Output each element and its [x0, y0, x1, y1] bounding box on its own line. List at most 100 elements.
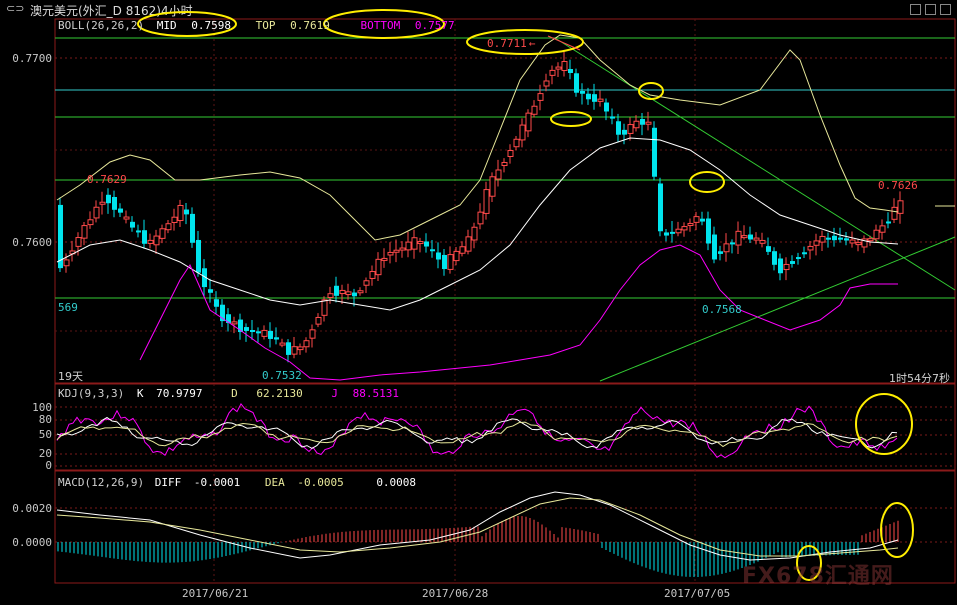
y-tick-0.7600: 0.7600: [12, 236, 52, 249]
candle-bull: [555, 66, 562, 70]
candle-bear: [832, 235, 837, 241]
kdj-k-label: K: [136, 387, 144, 400]
candle-bear: [58, 204, 63, 269]
kdj-d-label: D: [231, 387, 238, 400]
candle-bull: [279, 342, 286, 346]
highlight-circle: [550, 111, 592, 127]
candle-bear: [196, 239, 201, 273]
candle-bull: [495, 169, 502, 180]
kdj-tick-0: 0: [45, 459, 52, 472]
kdj-k-value: 70.9797: [156, 387, 203, 400]
macd-tick-0.0000: 0.0000: [12, 536, 52, 549]
candle-bear: [640, 119, 645, 125]
candle-bull: [855, 242, 862, 246]
candle-bear: [274, 337, 279, 340]
kdj-d-value: 62.2130: [256, 387, 303, 400]
candle-bear: [142, 230, 147, 244]
candle-bull: [75, 237, 82, 247]
candle-bear: [190, 213, 195, 243]
candle-bull: [807, 245, 814, 251]
candle-bull: [81, 225, 88, 239]
candle-bull: [897, 200, 904, 214]
candle-bull: [459, 246, 466, 254]
kdj-j-value: 88.5131: [352, 387, 399, 400]
candle-bear: [112, 197, 117, 210]
macd-diff-line: [56, 491, 899, 561]
y-tick-0.7700: 0.7700: [12, 52, 52, 65]
candle-bear: [652, 127, 657, 177]
highlight-circle: [689, 171, 725, 193]
kdj-tick-50: 50: [38, 428, 52, 441]
candle-bear: [268, 330, 273, 339]
down-trend-line: [554, 37, 956, 291]
candle-bull: [483, 189, 490, 214]
candle-bear: [334, 285, 339, 296]
boll-mid-label: MID: [156, 19, 177, 32]
macd-legend: MACD(12,26,9) DIFF -0.0001 DEA -0.0005 0…: [58, 476, 416, 489]
candle-bull: [783, 263, 790, 271]
candle-bear: [352, 292, 357, 297]
kdj-legend: KDJ(9,3,3) K 70.9797 D 62.2130 J 88.5131: [58, 387, 399, 400]
candle-bear: [802, 252, 807, 255]
candle-bull: [723, 243, 730, 253]
candle-bear: [796, 257, 801, 260]
candle-bear: [424, 241, 429, 247]
candle-bull: [447, 254, 454, 270]
main-panel-frame: [54, 18, 956, 384]
candle-bull: [159, 228, 166, 239]
candle-bull: [63, 259, 70, 267]
candle-bear: [430, 249, 435, 252]
candle-bull: [813, 240, 820, 246]
candle-bull: [873, 229, 880, 240]
candle-bull: [453, 250, 460, 262]
candle-bull: [345, 291, 352, 296]
candle-bear: [604, 102, 609, 112]
candle-bear: [574, 73, 579, 93]
candle-bear: [592, 94, 597, 102]
candle-bear: [790, 261, 795, 264]
candle-bull: [393, 249, 400, 253]
candle-bull: [531, 105, 538, 115]
candle-bear: [622, 129, 627, 135]
candle-bull: [123, 216, 130, 220]
macd-params: MACD(12,26,9): [58, 476, 145, 489]
candle-bear: [436, 252, 441, 260]
candle-bull: [153, 235, 160, 246]
candle-bear: [442, 254, 447, 270]
candle-bull: [645, 121, 652, 125]
candle-bull: [387, 251, 394, 256]
up-trend-line: [599, 236, 956, 382]
candle-bull: [297, 346, 304, 351]
boll-params: BOLL(26,26,2): [58, 19, 145, 32]
kdj-j-label: J: [331, 387, 338, 400]
candle-bear: [130, 221, 135, 228]
candle-bull: [321, 299, 328, 316]
candle-bear: [658, 183, 663, 232]
candle-bull: [147, 239, 154, 244]
candle-bull: [867, 238, 874, 242]
boll-bottom-value: 0.7577: [414, 19, 455, 32]
x-date-0705: 2017/07/05: [664, 587, 731, 600]
candle-bull: [477, 211, 484, 225]
macd-dea-value: -0.0005: [297, 476, 344, 489]
candle-bear: [208, 289, 213, 293]
macd-value: 0.0008: [376, 476, 417, 489]
candle-bull: [363, 280, 370, 286]
candle-bear: [670, 231, 675, 234]
highlight-circle: [855, 393, 913, 455]
candle-bull: [489, 176, 496, 197]
candle-bull: [99, 201, 106, 205]
candle-bull: [87, 219, 94, 226]
candle-bull: [549, 69, 556, 76]
candle-bull: [891, 206, 898, 220]
watermark-logo: FX678汇通网: [742, 564, 894, 589]
candle-bear: [568, 69, 573, 73]
price-chart[interactable]: [0, 0, 957, 605]
candle-bull: [741, 235, 748, 239]
candle-bull: [543, 80, 550, 87]
candle-bear: [766, 246, 771, 252]
days-label: 19天: [58, 370, 83, 383]
candle-bull: [165, 223, 172, 231]
candle-bear: [778, 258, 783, 274]
boll-top-value: 0.7619: [290, 19, 330, 32]
